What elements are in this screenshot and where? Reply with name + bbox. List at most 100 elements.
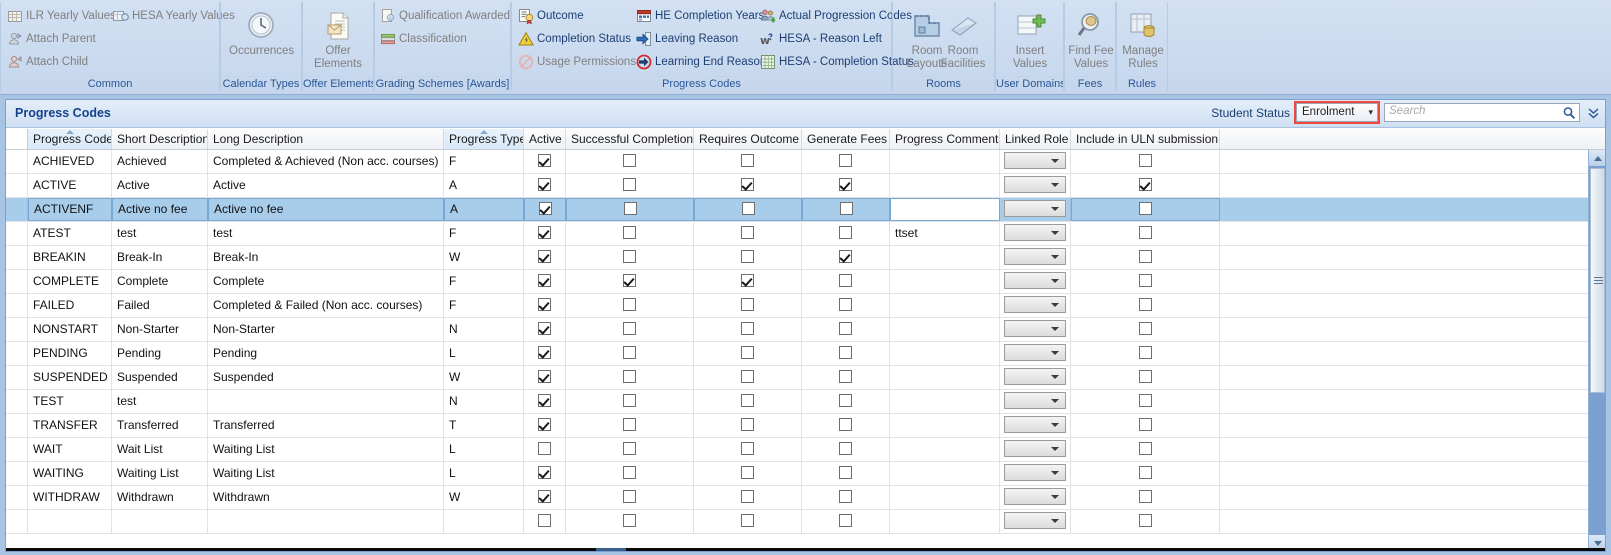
column-header-include-in-uln[interactable]: Include in ULN submission bbox=[1071, 129, 1220, 149]
cell-progress-type[interactable]: L bbox=[444, 342, 524, 365]
linked-role-dropdown[interactable] bbox=[1004, 223, 1066, 241]
cell-progress-comment[interactable] bbox=[890, 510, 1000, 533]
table-row[interactable]: ACTIVENF Active no fee Active no fee A bbox=[6, 198, 1605, 222]
checkbox-unchecked[interactable] bbox=[741, 322, 754, 336]
progress-codes-grid[interactable]: Progress Code Short Description Long Des… bbox=[6, 129, 1605, 551]
cell-successful-completion[interactable] bbox=[566, 414, 694, 437]
ribbon-item-offer-elements[interactable]: Offer Elements bbox=[306, 6, 370, 70]
cell-linked-role[interactable] bbox=[1000, 486, 1071, 509]
cell-requires-outcome[interactable] bbox=[694, 270, 802, 293]
checkbox-unchecked[interactable] bbox=[623, 442, 636, 456]
cell-progress-code[interactable]: ACHIEVED bbox=[28, 150, 112, 173]
cell-generate-fees[interactable] bbox=[802, 246, 890, 269]
cell-active[interactable] bbox=[524, 222, 566, 245]
cell-progress-type[interactable]: T bbox=[444, 414, 524, 437]
table-row[interactable]: ATEST test test Fttset bbox=[6, 222, 1605, 246]
checkbox-unchecked[interactable] bbox=[623, 514, 636, 528]
checkbox-checked[interactable] bbox=[1138, 178, 1152, 192]
linked-role-dropdown[interactable] bbox=[1004, 487, 1066, 505]
linked-role-dropdown[interactable] bbox=[1004, 271, 1066, 289]
linked-role-dropdown[interactable] bbox=[1004, 295, 1066, 313]
checkbox-unchecked[interactable] bbox=[839, 154, 852, 168]
linked-role-dropdown[interactable] bbox=[1004, 391, 1066, 409]
cell-progress-comment[interactable] bbox=[890, 342, 1000, 365]
cell-progress-comment[interactable] bbox=[890, 390, 1000, 413]
column-header-long-description[interactable]: Long Description bbox=[208, 129, 444, 149]
cell-long-description[interactable]: Active bbox=[208, 174, 444, 197]
table-row[interactable]: FAILED Failed Completed & Failed (Non acc.… bbox=[6, 294, 1605, 318]
cell-progress-code[interactable]: TRANSFER bbox=[28, 414, 112, 437]
cell-progress-code[interactable]: TEST bbox=[28, 390, 112, 413]
cell-progress-comment[interactable] bbox=[890, 462, 1000, 485]
cell-include-in-uln[interactable] bbox=[1071, 510, 1220, 533]
cell-include-in-uln[interactable] bbox=[1071, 198, 1220, 221]
cell-generate-fees[interactable] bbox=[802, 390, 890, 413]
checkbox-unchecked[interactable] bbox=[741, 394, 754, 408]
cell-include-in-uln[interactable] bbox=[1071, 270, 1220, 293]
cell-progress-comment[interactable] bbox=[890, 174, 1000, 197]
column-header-linked-role[interactable]: Linked Role bbox=[1000, 129, 1071, 149]
cell-active[interactable] bbox=[524, 198, 566, 221]
cell-linked-role[interactable] bbox=[1000, 414, 1071, 437]
cell-requires-outcome[interactable] bbox=[694, 222, 802, 245]
cell-progress-type[interactable]: L bbox=[444, 438, 524, 461]
cell-long-description[interactable]: Active no fee bbox=[208, 198, 444, 221]
cell-active[interactable] bbox=[524, 318, 566, 341]
cell-linked-role[interactable] bbox=[1000, 174, 1071, 197]
checkbox-unchecked[interactable] bbox=[741, 298, 754, 312]
cell-generate-fees[interactable] bbox=[802, 294, 890, 317]
column-header-requires-outcome[interactable]: Requires Outcome bbox=[694, 129, 802, 149]
cell-progress-code[interactable]: BREAKIN bbox=[28, 246, 112, 269]
checkbox-unchecked[interactable] bbox=[623, 298, 636, 312]
checkbox-checked[interactable] bbox=[538, 466, 551, 480]
cell-short-description[interactable]: Break-In bbox=[112, 246, 208, 269]
cell-long-description[interactable]: test bbox=[208, 222, 444, 245]
ribbon-item-attach-parent[interactable]: Attach Parent bbox=[7, 29, 96, 49]
cell-generate-fees[interactable] bbox=[802, 342, 890, 365]
checkbox-unchecked[interactable] bbox=[623, 346, 636, 360]
checkbox-unchecked[interactable] bbox=[623, 154, 636, 168]
cell-long-description[interactable]: Pending bbox=[208, 342, 444, 365]
cell-include-in-uln[interactable] bbox=[1071, 438, 1220, 461]
ribbon-item-usage-permissions[interactable]: Usage Permissions bbox=[518, 52, 636, 72]
checkbox-unchecked[interactable] bbox=[741, 418, 754, 432]
cell-generate-fees[interactable] bbox=[802, 438, 890, 461]
cell-progress-type[interactable]: N bbox=[444, 390, 524, 413]
cell-progress-type[interactable] bbox=[444, 510, 524, 533]
cell-include-in-uln[interactable] bbox=[1071, 246, 1220, 269]
cell-active[interactable] bbox=[524, 414, 566, 437]
cell-requires-outcome[interactable] bbox=[694, 198, 802, 221]
checkbox-unchecked[interactable] bbox=[741, 466, 754, 480]
cell-include-in-uln[interactable] bbox=[1071, 390, 1220, 413]
ribbon-item-ilr-yearly-values[interactable]: ILR Yearly Values bbox=[7, 6, 116, 26]
cell-progress-comment[interactable] bbox=[890, 294, 1000, 317]
cell-active[interactable] bbox=[524, 462, 566, 485]
checkbox-unchecked[interactable] bbox=[1138, 442, 1152, 456]
cell-short-description[interactable]: Active bbox=[112, 174, 208, 197]
cell-generate-fees[interactable] bbox=[802, 366, 890, 389]
cell-long-description[interactable]: Non-Starter bbox=[208, 318, 444, 341]
cell-successful-completion[interactable] bbox=[566, 222, 694, 245]
linked-role-dropdown[interactable] bbox=[1004, 151, 1066, 169]
cell-include-in-uln[interactable] bbox=[1071, 366, 1220, 389]
checkbox-unchecked[interactable] bbox=[623, 322, 636, 336]
cell-short-description[interactable]: Pending bbox=[112, 342, 208, 365]
checkbox-unchecked[interactable] bbox=[623, 394, 636, 408]
checkbox-checked[interactable] bbox=[538, 250, 551, 264]
checkbox-unchecked[interactable] bbox=[623, 370, 636, 384]
ribbon-item-hesa-reason-left[interactable]: w HESA - Reason Left bbox=[760, 29, 882, 49]
ribbon-item-outcome[interactable]: Outcome bbox=[518, 6, 584, 26]
cell-successful-completion[interactable] bbox=[566, 318, 694, 341]
row-selector-cell[interactable] bbox=[6, 414, 28, 437]
cell-include-in-uln[interactable] bbox=[1071, 414, 1220, 437]
row-selector-cell[interactable] bbox=[6, 318, 28, 341]
cell-include-in-uln[interactable] bbox=[1071, 462, 1220, 485]
table-row[interactable]: ACTIVE Active Active A bbox=[6, 174, 1605, 198]
cell-include-in-uln[interactable] bbox=[1071, 150, 1220, 173]
cell-linked-role[interactable] bbox=[1000, 342, 1071, 365]
cell-requires-outcome[interactable] bbox=[694, 294, 802, 317]
cell-short-description[interactable]: test bbox=[112, 222, 208, 245]
row-selector-cell[interactable] bbox=[6, 222, 28, 245]
cell-successful-completion[interactable] bbox=[566, 462, 694, 485]
checkbox-checked[interactable] bbox=[538, 202, 552, 216]
